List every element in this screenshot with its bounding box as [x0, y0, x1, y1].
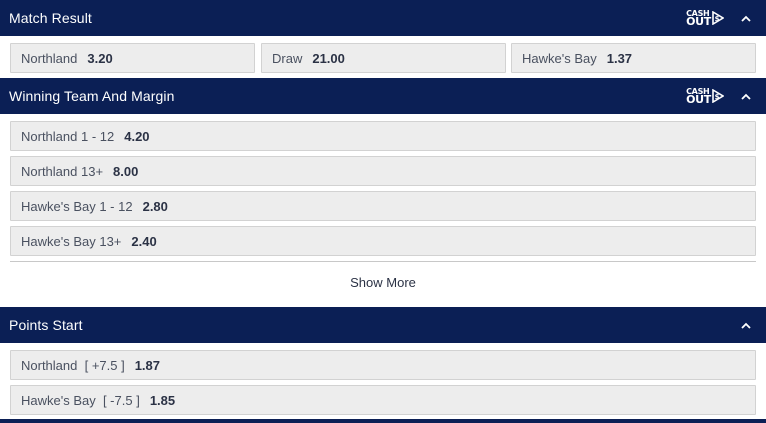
market-title: Match Result — [9, 10, 92, 26]
selection-label: Northland 1 - 12 — [21, 128, 115, 144]
selection-odds: 2.80 — [142, 198, 168, 214]
selection-odds: 2.40 — [131, 233, 157, 249]
market-title: Points Start — [9, 317, 83, 333]
selection-label: Northland — [21, 50, 78, 66]
selection-odds: 1.87 — [134, 357, 161, 373]
show-more-link[interactable]: Show More — [0, 275, 766, 295]
selection-label: Draw — [272, 50, 303, 66]
selection-button-northland-plus-7-5[interactable]: Northland [ +7.5 ] 1.87 — [10, 350, 756, 380]
selection-button-hawkes-bay-13-plus[interactable]: Hawke's Bay 13+ 2.40 — [10, 226, 756, 256]
selection-button-hawkes-bay-minus-7-5[interactable]: Hawke's Bay [ -7.5 ] 1.85 — [10, 385, 756, 415]
market-header-points-start[interactable]: Points Start — [0, 307, 766, 343]
chevron-up-icon[interactable] — [736, 93, 756, 100]
market-header-match-result[interactable]: Match Result CASH OUT $ — [0, 0, 766, 36]
cashout-icon: CASH OUT $ — [686, 87, 724, 105]
selection-odds: 21.00 — [312, 50, 345, 66]
next-market-header-edge — [0, 419, 766, 423]
selection-odds: 3.20 — [87, 50, 113, 66]
selection-button-northland-1-12[interactable]: Northland 1 - 12 4.20 — [10, 121, 756, 151]
selection-odds: 8.00 — [113, 163, 139, 179]
selection-label: Hawke's Bay [ -7.5 ] — [21, 392, 140, 408]
selection-label: Northland 13+ — [21, 163, 104, 179]
cashout-icon: CASH OUT $ — [686, 9, 724, 27]
market-title: Winning Team And Margin — [9, 88, 175, 104]
selection-label: Northland [ +7.5 ] — [21, 357, 125, 373]
divider — [10, 261, 756, 262]
selection-odds: 1.37 — [606, 50, 633, 66]
svg-text:$: $ — [715, 93, 720, 101]
selection-button-northland-13-plus[interactable]: Northland 13+ 8.00 — [10, 156, 756, 186]
selection-odds: 4.20 — [124, 128, 150, 144]
selection-button-hawkes-bay[interactable]: Hawke's Bay 1.37 — [511, 43, 756, 73]
chevron-up-icon[interactable] — [736, 322, 756, 329]
selection-label: Hawke's Bay — [522, 50, 597, 66]
svg-text:$: $ — [715, 15, 720, 23]
selection-label: Hawke's Bay 13+ — [21, 233, 122, 249]
market-header-winning-team-margin[interactable]: Winning Team And Margin CASH OUT $ — [0, 78, 766, 114]
selection-label: Hawke's Bay 1 - 12 — [21, 198, 133, 214]
selection-button-draw[interactable]: Draw 21.00 — [261, 43, 506, 73]
chevron-up-icon[interactable] — [736, 15, 756, 22]
selection-button-northland[interactable]: Northland 3.20 — [10, 43, 255, 73]
selection-odds: 1.85 — [149, 392, 176, 408]
selection-button-hawkes-bay-1-12[interactable]: Hawke's Bay 1 - 12 2.80 — [10, 191, 756, 221]
